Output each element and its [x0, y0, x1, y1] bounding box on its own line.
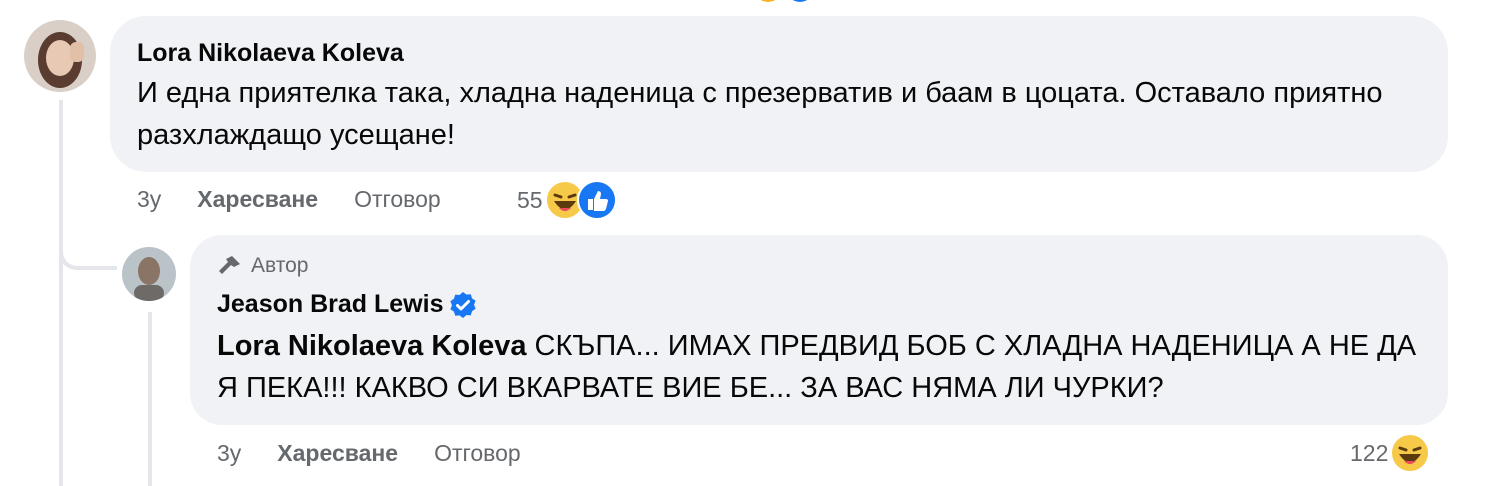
- comment-author-name[interactable]: Lora Nikolaeva Koleva: [137, 39, 404, 68]
- reaction-count: 55: [517, 186, 543, 213]
- comment-meta-lora: 3у Харесване Отговор: [137, 186, 441, 213]
- reaction-summary-jeason[interactable]: 122: [1350, 433, 1431, 473]
- author-badge-label: Автор: [251, 254, 309, 277]
- like-icon: [576, 180, 617, 220]
- author-badge: Автор: [217, 253, 308, 279]
- reply-reply-button[interactable]: Отговор: [434, 440, 521, 467]
- reply-author-name[interactable]: Jeason Brad Lewis: [217, 290, 443, 319]
- mention-link[interactable]: Lora Nikolaeva Koleva: [217, 330, 526, 362]
- reply-reaction-count: 122: [1350, 439, 1389, 466]
- thread-line-reply: [148, 312, 152, 486]
- avatar-jeason-image: [122, 247, 176, 301]
- reaction-summary-lora[interactable]: 55: [517, 180, 617, 220]
- thread-line-main-lower: [59, 270, 63, 486]
- comment-text: И една приятелка така, хладна наденица с…: [137, 77, 1383, 151]
- reply-like-button[interactable]: Харесване: [277, 440, 398, 467]
- haha-icon: [1390, 433, 1431, 473]
- avatar-jeason[interactable]: [122, 247, 176, 301]
- reply-meta: 3у Харесване Отговор: [217, 440, 521, 467]
- avatar-lora-image: [24, 20, 96, 92]
- reply-button[interactable]: Отговор: [354, 186, 441, 213]
- reply-author-row: Jeason Brad Lewis: [217, 290, 477, 319]
- verified-icon: [450, 291, 477, 318]
- top-reaction-peek: [752, 0, 822, 9]
- microphone-icon: [219, 256, 240, 274]
- reply-time[interactable]: 3у: [217, 440, 241, 467]
- reaction-peek-icons: [760, 0, 808, 2]
- reply-text-block: Lora Nikolaeva Koleva СКЪПА... ИМАХ ПРЕД…: [217, 325, 1417, 409]
- thread-line-curve: [59, 230, 117, 270]
- avatar-lora[interactable]: [24, 20, 96, 92]
- comment-time[interactable]: 3у: [137, 186, 161, 213]
- like-button[interactable]: Харесване: [197, 186, 318, 213]
